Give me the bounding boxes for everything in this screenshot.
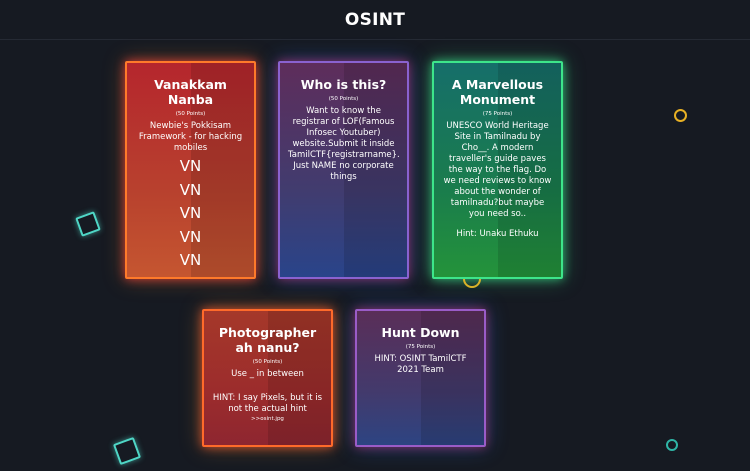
challenge-description: Newbie's Pokkisam Framework - for hackin… [138, 121, 243, 153]
challenge-points: (75 Points) [482, 111, 513, 117]
challenge-title: A Marvellous Monument [451, 77, 544, 107]
challenge-points: (75 Points) [405, 344, 436, 350]
decorative-square-icon [75, 211, 101, 237]
challenge-points: (50 Points) [328, 96, 359, 102]
challenge-card-hunt-down[interactable]: Hunt Down (75 Points) HINT: OSINT TamilC… [355, 309, 486, 447]
challenge-points: (50 Points) [252, 359, 283, 365]
challenge-description: Want to know the registrar of LOF(Famous… [288, 106, 400, 182]
vn-line: VN [179, 251, 202, 269]
challenge-points: (50 Points) [175, 111, 206, 117]
vn-line: VN [179, 227, 202, 246]
challenge-description: HINT: OSINT TamilCTF 2021 Team [374, 354, 467, 375]
decorative-square-icon [112, 436, 142, 466]
challenge-description: Use _ in between [231, 369, 304, 379]
challenge-title: Hunt Down [381, 325, 460, 340]
decorative-circle-icon [666, 439, 678, 451]
vn-line: VN [179, 204, 202, 222]
challenge-title: Who is this? [300, 77, 387, 92]
challenge-card-photographer-ah-nanu[interactable]: Photographer ah nanu? (50 Points) Use _ … [202, 309, 333, 447]
challenge-card-vanakkam-nanba[interactable]: Vanakkam Nanba (50 Points) Newbie's Pokk… [125, 61, 256, 279]
challenge-hint: HINT: I say Pixels, but it is not the ac… [212, 393, 323, 414]
vn-line: VN [179, 157, 202, 175]
challenge-hint: Hint: Unaku Ethuku [456, 229, 539, 239]
challenge-file-link[interactable]: >>osint.jpg [212, 415, 323, 424]
challenge-title: Vanakkam Nanba [154, 77, 227, 107]
challenge-card-a-marvellous-monument[interactable]: A Marvellous Monument (75 Points) UNESCO… [432, 61, 563, 279]
challenge-title: Photographer ah nanu? [218, 325, 317, 355]
page-title: OSINT [344, 9, 406, 30]
decorative-circle-icon [674, 109, 687, 122]
page-header: OSINT [0, 0, 750, 40]
challenge-card-who-is-this[interactable]: Who is this? (50 Points) Want to know th… [278, 61, 409, 279]
vn-line: VN [179, 180, 202, 199]
challenge-description: UNESCO World Heritage Site in Tamilnadu … [443, 121, 552, 219]
